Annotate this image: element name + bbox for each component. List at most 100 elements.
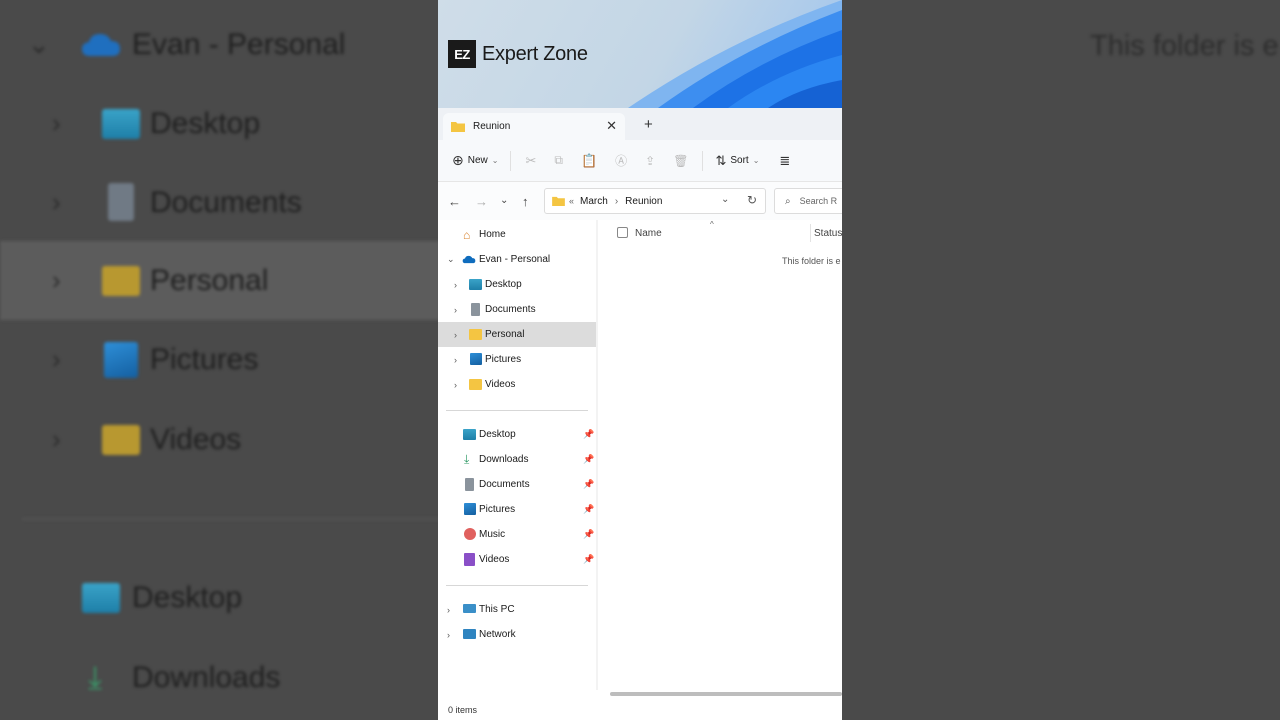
nav-item-desktop[interactable]: › Desktop: [438, 272, 596, 297]
refresh-icon[interactable]: ↻: [747, 193, 757, 207]
home-icon: ⌂: [463, 227, 471, 242]
tab-label: Reunion: [473, 121, 511, 132]
nav-item-this-pc[interactable]: › This PC: [438, 597, 596, 622]
nav-label: Personal: [485, 329, 525, 340]
select-all-checkbox[interactable]: [617, 227, 628, 238]
overflow-crumb[interactable]: «: [569, 196, 574, 206]
nav-label: Music: [479, 529, 506, 540]
pin-icon[interactable]: 📌: [583, 504, 594, 515]
nav-divider: [446, 585, 588, 586]
chevron-right-icon[interactable]: ›: [454, 355, 457, 365]
chevron-down-icon[interactable]: ⌄: [447, 254, 455, 265]
pin-icon[interactable]: 📌: [583, 529, 594, 540]
pictures-icon: [470, 353, 482, 365]
nav-label: Network: [479, 629, 516, 640]
forward-icon[interactable]: →: [475, 194, 488, 209]
recent-chevron-icon[interactable]: ⌄: [500, 195, 508, 206]
column-divider[interactable]: [810, 224, 811, 242]
nav-item-videos[interactable]: › Videos: [438, 372, 596, 397]
cut-icon[interactable]: ✂: [525, 153, 536, 169]
chevron-right-icon[interactable]: ›: [447, 605, 450, 615]
nav-item-documents[interactable]: › Documents: [438, 297, 596, 322]
ez-mark: EZ: [448, 40, 476, 68]
pin-icon[interactable]: 📌: [583, 479, 594, 490]
chevron-right-icon[interactable]: ›: [447, 630, 450, 640]
status-bar: 0 items: [438, 700, 842, 720]
delete-icon[interactable]: 🗑: [673, 154, 688, 168]
pin-icon[interactable]: 📌: [583, 454, 594, 465]
sort-button[interactable]: ⇅ Sort ⌄: [715, 153, 759, 169]
quick-access-desktop[interactable]: Desktop 📌: [438, 422, 596, 447]
column-header-status[interactable]: Status: [814, 228, 842, 239]
chevron-right-icon[interactable]: ›: [454, 380, 457, 390]
folder-icon: [451, 122, 465, 132]
bg-row-desktop: › Desktop: [0, 84, 440, 163]
nav-item-pictures[interactable]: › Pictures: [438, 347, 596, 372]
tab-reunion[interactable]: Reunion ✕: [443, 113, 625, 140]
nav-label: Evan - Personal: [479, 254, 551, 265]
bg-row-documents: › Documents: [0, 163, 440, 242]
quick-access-downloads[interactable]: ⤓ Downloads 📌: [438, 447, 596, 472]
document-icon: [465, 478, 474, 491]
bg-download-icon: ⤓: [88, 658, 103, 695]
new-tab-icon[interactable]: +: [644, 116, 653, 133]
onedrive-cloud-icon: [462, 255, 476, 264]
bg-row-videos: › Videos: [0, 400, 440, 479]
bg-chevron-down-icon: ⌄: [28, 29, 50, 59]
ez-name: Expert Zone: [482, 42, 588, 65]
chevron-down-icon[interactable]: ⌄: [721, 194, 729, 205]
up-icon[interactable]: ↑: [522, 194, 529, 209]
nav-item-personal[interactable]: › Personal: [438, 322, 596, 347]
nav-label: Desktop: [479, 429, 516, 440]
bg-row-quick-desktop: Desktop: [0, 558, 440, 637]
nav-item-home[interactable]: ⌂ Home: [438, 222, 596, 247]
bg-row-pictures: › Pictures: [0, 320, 440, 399]
new-button[interactable]: ⊕ New ⌄: [452, 152, 498, 169]
breadcrumb-march[interactable]: March: [580, 196, 608, 207]
network-icon: [463, 629, 476, 639]
address-row: ← → ⌄ ↑ « March › Reunion ⌄ ↻ ⌕ Search R: [438, 182, 842, 220]
view-icon[interactable]: ≣: [779, 153, 790, 169]
pin-icon[interactable]: 📌: [583, 429, 594, 440]
quick-access-documents[interactable]: Documents 📌: [438, 472, 596, 497]
address-bar[interactable]: « March › Reunion ⌄ ↻: [544, 188, 766, 214]
bg-chevron-right-icon: ›: [52, 187, 61, 217]
quick-access-videos[interactable]: Videos 📌: [438, 547, 596, 572]
item-count: 0 items: [448, 705, 478, 715]
bg-folder-icon: [102, 266, 140, 296]
paste-icon[interactable]: 📋: [581, 153, 597, 169]
search-box[interactable]: ⌕ Search R: [774, 188, 842, 214]
chevron-right-icon[interactable]: ›: [454, 305, 457, 315]
bg-chevron-right-icon: ›: [52, 424, 61, 454]
desktop-icon: [463, 429, 476, 440]
bg-row-quick-downloads: ⤓ Downloads: [0, 638, 440, 717]
quick-access-music[interactable]: Music 📌: [438, 522, 596, 547]
close-tab-icon[interactable]: ✕: [606, 118, 617, 134]
sort-ascending-icon: ^: [710, 220, 714, 229]
rename-icon[interactable]: Ⓐ: [615, 152, 627, 169]
nav-item-network[interactable]: › Network: [438, 622, 596, 647]
bg-row-personal: › Personal: [0, 241, 440, 320]
wallpaper: EZ Expert Zone: [438, 0, 842, 108]
toolbar-divider: [702, 150, 704, 171]
expert-zone-logo: EZ Expert Zone: [448, 40, 588, 68]
column-header-name[interactable]: Name: [635, 228, 662, 239]
pin-icon[interactable]: 📌: [583, 554, 594, 565]
document-icon: [471, 303, 480, 316]
nav-label: Videos: [485, 379, 516, 390]
quick-access-pictures[interactable]: Pictures 📌: [438, 497, 596, 522]
chevron-right-icon[interactable]: ›: [454, 330, 457, 340]
back-icon[interactable]: ←: [448, 194, 461, 209]
nav-label: Documents: [485, 304, 536, 315]
copy-icon[interactable]: ⧉: [554, 153, 563, 168]
desktop-icon: [469, 279, 482, 290]
breadcrumb-reunion[interactable]: Reunion: [625, 196, 662, 207]
chevron-right-icon[interactable]: ›: [454, 280, 457, 290]
command-bar: ⊕ New ⌄ ✂ ⧉ 📋 Ⓐ ⇪ 🗑 ⇅ Sort ⌄ ≣: [438, 140, 842, 182]
share-icon[interactable]: ⇪: [645, 154, 655, 168]
horizontal-scrollbar[interactable]: [610, 692, 842, 696]
nav-item-onedrive[interactable]: ⌄ Evan - Personal: [438, 247, 596, 272]
bg-label: Documents: [150, 185, 302, 219]
bg-document-icon: [108, 183, 134, 221]
bg-pictures-icon: [104, 342, 138, 378]
